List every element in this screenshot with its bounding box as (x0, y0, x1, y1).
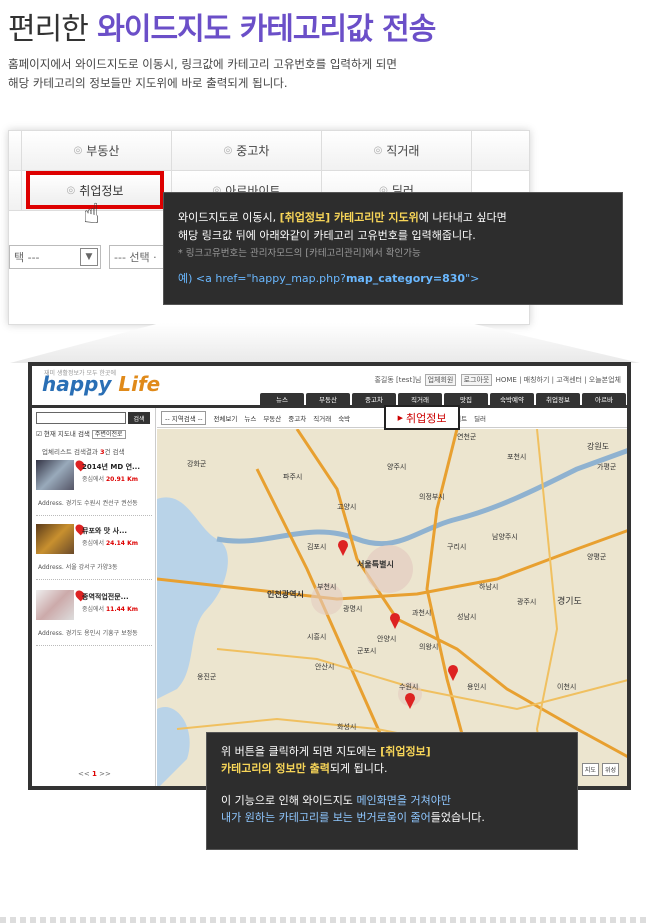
list-item[interactable]: 뮤포와 맛 사... 중심에서 24.14 Km Address. 서울 강서구… (36, 522, 152, 580)
map-type-control: 지도 위성 (581, 763, 619, 776)
thumbnail (36, 460, 74, 490)
svg-text:용인시: 용인시 (467, 682, 486, 691)
list-item[interactable]: 2014년 MD 연... 중심에서 20.91 Km Address. 경기도… (36, 458, 152, 516)
svg-text:경기도: 경기도 (557, 595, 582, 607)
category-cell-edge (9, 171, 22, 211)
pin-icon: ◎ (66, 184, 76, 196)
map-category-link[interactable]: 전체보기 (213, 413, 237, 423)
map-category-link[interactable]: 중고차 (288, 413, 306, 423)
svg-text:파주시: 파주시 (283, 472, 302, 481)
magnifier-shape (10, 323, 640, 363)
info-tooltip-top: 와이드지도로 이동시, [취업정보] 카테고리만 지도위에 나타내고 싶다면 해… (163, 192, 623, 305)
map-category-link[interactable]: 뉴스 (244, 413, 256, 423)
site-tabs: 뉴스 부동산 중고차 직거래 맛집 숙박예약 취업정보 아르바 (260, 393, 626, 405)
svg-text:시흥시: 시흥시 (307, 632, 326, 641)
page-title: 편리한 와이드지도 카테고리값 전송 (8, 12, 436, 47)
svg-text:포천시: 포천시 (507, 452, 526, 461)
tab[interactable]: 맛집 (444, 393, 488, 405)
code-example: 예) <a href="happy_map.php?map_category=8… (178, 272, 480, 285)
svg-text:양주시: 양주시 (387, 463, 406, 471)
category-cell-edge (9, 131, 22, 171)
divider (0, 917, 650, 923)
svg-text:김포시: 김포시 (307, 543, 326, 551)
job-info-callout[interactable]: ▶ 취업정보 (384, 405, 460, 430)
svg-text:의정부시: 의정부시 (419, 492, 445, 501)
svg-text:안양시: 안양시 (377, 634, 396, 643)
svg-text:옹진군: 옹진군 (197, 672, 217, 681)
category-cell[interactable]: ◎ 중고차 (172, 131, 322, 171)
svg-text:이천시: 이천시 (557, 682, 576, 691)
category-cell[interactable]: ◎ 부동산 (22, 131, 172, 171)
svg-text:광명시: 광명시 (343, 604, 362, 613)
tab[interactable]: 뉴스 (260, 393, 304, 405)
svg-text:수원시: 수원시 (399, 682, 418, 691)
category-cell[interactable]: ◎ 직거래 (322, 131, 472, 171)
svg-text:군포시: 군포시 (357, 647, 376, 655)
map-category-link[interactable]: 숙박 (338, 413, 350, 423)
svg-text:부천시: 부천시 (317, 582, 336, 591)
site-logo: 재미 생활정보가 모두 한곳에 happy Life (42, 370, 161, 396)
svg-text:의왕시: 의왕시 (419, 642, 438, 651)
map-category-link[interactable]: 부동산 (263, 413, 281, 423)
svg-text:안산시: 안산시 (315, 662, 334, 671)
map-category-link[interactable]: 딜러 (474, 413, 486, 423)
svg-text:성남시: 성남시 (457, 612, 476, 621)
pagination: << 1 >> (78, 770, 111, 778)
thumbnail (36, 524, 74, 554)
list-item[interactable]: 종역적업전문... 중심에서 11.44 Km Address. 경기도 용인시… (36, 588, 152, 646)
tab[interactable]: 아르바 (582, 393, 626, 405)
svg-text:강화군: 강화군 (187, 459, 207, 468)
list-title: 업체리스트 검색결과 3건 검색 (42, 448, 125, 456)
satellite-type-button[interactable]: 위성 (601, 763, 619, 776)
map-search-checkbox[interactable]: ☑ 현재 지도내 검색 주변이전로 (36, 428, 126, 439)
category-row-1: ◎부동산 ◎중고차 ◎직거래 ◎ (9, 131, 529, 171)
tab[interactable]: 부동산 (306, 393, 350, 405)
description: 홈페이지에서 와이드지도로 이동시, 링크값에 카테고리 고유번호를 입력하게 … (8, 57, 397, 90)
svg-text:화성시: 화성시 (337, 722, 356, 731)
top-nav: 홍길동 [test]님 업체회원 로그아웃 HOME | 매칭하기 | 고객센터… (374, 374, 621, 386)
region-select[interactable]: -- 지역검색 -- (161, 410, 207, 425)
svg-text:서울특별시: 서울특별시 (357, 559, 394, 569)
category-cell[interactable]: ◎ (472, 131, 529, 171)
svg-text:구리시: 구리시 (447, 542, 466, 551)
info-tooltip-bottom: 위 버튼을 클릭하게 되면 지도에는 [취업정보] 카테고리의 정보만 출력되게… (206, 732, 578, 850)
tab[interactable]: 숙박예약 (490, 393, 534, 405)
pin-icon: ◎ (223, 145, 233, 156)
thumbnail (36, 590, 74, 620)
tab[interactable]: 중고차 (352, 393, 396, 405)
svg-text:강원도: 강원도 (587, 441, 609, 451)
tab[interactable]: 취업정보 (536, 393, 580, 405)
tab[interactable]: 직거래 (398, 393, 442, 405)
search-button[interactable]: 검색 (128, 412, 150, 424)
map-type-button[interactable]: 지도 (581, 763, 599, 776)
svg-text:하남시: 하남시 (479, 582, 498, 591)
svg-text:연천군: 연천군 (457, 432, 477, 441)
site-screenshot: 재미 생활정보가 모두 한곳에 happy Life 홍길동 [test]님 업… (28, 362, 631, 790)
svg-text:광주시: 광주시 (517, 598, 536, 606)
svg-text:남양주시: 남양주시 (492, 532, 518, 541)
svg-text:고양시: 고양시 (337, 503, 356, 511)
pin-icon: ◎ (373, 145, 383, 156)
triangle-right-icon: ▶ (397, 413, 403, 422)
map-category-link[interactable]: 직거래 (313, 413, 331, 423)
svg-text:양평군: 양평군 (587, 552, 607, 561)
search-input[interactable] (36, 412, 126, 424)
hand-cursor-icon: ☝ (83, 197, 101, 230)
svg-text:과천시: 과천시 (412, 608, 431, 617)
pin-icon: ◎ (73, 145, 83, 156)
chevron-down-icon: ▼ (80, 248, 98, 266)
svg-text:인천광역시: 인천광역시 (267, 589, 304, 599)
svg-text:가평군: 가평군 (597, 462, 617, 471)
region-select[interactable]: 택 --- ▼ (9, 245, 101, 269)
sidebar: 검색 ☑ 현재 지도내 검색 주변이전로 업체리스트 검색결과 3건 검색 201… (32, 408, 156, 786)
